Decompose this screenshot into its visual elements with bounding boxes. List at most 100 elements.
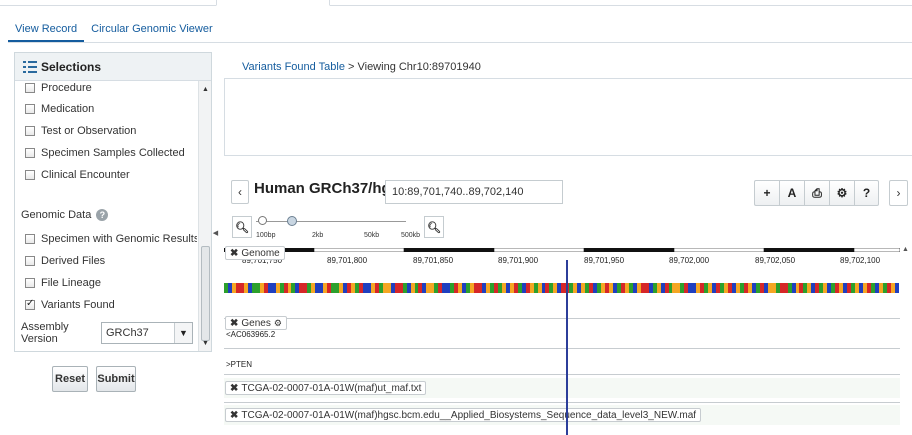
close-icon[interactable]: ✖	[230, 383, 238, 394]
submit-button[interactable]: Submit	[96, 366, 136, 392]
selections-title: Selections	[41, 60, 102, 74]
genomic-data-label: Genomic Data	[21, 209, 92, 221]
checkbox-checked[interactable]	[25, 298, 35, 310]
tab-divider	[8, 42, 912, 43]
ruler-label: 89,701,850	[413, 256, 454, 265]
checkbox[interactable]	[25, 148, 35, 158]
option-label: Test or Observation	[41, 125, 137, 137]
ruler-label: 89,702,050	[755, 256, 796, 265]
ruler-label: 89,701,800	[327, 256, 368, 265]
track-scrollbar[interactable]: ▲	[900, 246, 912, 435]
zoom-label-2kb: 2kb	[312, 232, 324, 239]
print-icon[interactable]: ⎙	[804, 180, 829, 206]
assembly-version-value: GRCh37	[106, 327, 149, 339]
scroll-up-icon[interactable]: ▲	[199, 83, 212, 95]
checkbox[interactable]	[25, 104, 35, 114]
scroll-up-icon[interactable]: ▲	[902, 246, 909, 253]
ruler-labels: 89,701,750 89,701,800 89,701,850 89,701,…	[224, 256, 900, 268]
track-name: TCGA-02-0007-01A-01W(maf)hgsc.bcm.edu__A…	[241, 409, 697, 421]
zoom-label-100bp: 100bp	[256, 232, 276, 239]
option-file-lineage[interactable]: File Lineage	[25, 276, 101, 290]
close-icon[interactable]: ✖	[230, 248, 238, 259]
help-icon[interactable]: ?	[854, 180, 879, 206]
ruler-label: 89,701,950	[584, 256, 625, 265]
location-input[interactable]: 10:89,701,740..89,702,140	[385, 180, 563, 204]
track-divider	[224, 318, 900, 319]
assembly-version-select[interactable]: GRCh37 ▼	[101, 322, 193, 344]
option-label: Specimen with Genomic Results	[41, 233, 197, 245]
option-specimen-genomic[interactable]: Specimen with Genomic Results	[25, 232, 197, 246]
option-test-or-observation[interactable]: Test or Observation	[25, 124, 136, 138]
breadcrumb: Variants Found Table > Viewing Chr10:897…	[242, 61, 481, 73]
reset-button[interactable]: Reset	[52, 366, 88, 392]
track-name: Genes	[241, 317, 271, 329]
add-track-icon[interactable]: +	[754, 180, 779, 206]
scroll-left-button[interactable]: ‹	[231, 180, 249, 204]
assembly-version-label: Assembly Version	[21, 321, 69, 345]
option-specimen-samples[interactable]: Specimen Samples Collected	[25, 146, 185, 160]
option-variants-found[interactable]: Variants Found	[25, 298, 115, 312]
zoom-slider-start	[258, 216, 267, 225]
option-clinical-encounter[interactable]: Clinical Encounter	[25, 168, 130, 182]
position-marker[interactable]	[566, 260, 568, 435]
option-procedure[interactable]: Procedure	[25, 81, 92, 95]
record-details-box	[224, 78, 912, 156]
zoom-slider-handle[interactable]	[287, 216, 297, 226]
close-icon[interactable]: ✖	[230, 318, 238, 329]
scroll-thumb[interactable]	[201, 246, 210, 341]
track-divider	[224, 402, 900, 403]
track-divider	[224, 348, 900, 349]
checkbox[interactable]	[25, 278, 35, 288]
sidebar-scrollbar[interactable]: ▲ ▼	[198, 81, 211, 351]
help-icon[interactable]: ?	[96, 209, 109, 221]
gene-feature[interactable]: <AC063965.2	[226, 330, 275, 339]
track-name: Genome	[241, 247, 280, 259]
scroll-right-button[interactable]: ›	[889, 180, 908, 206]
file-track-label[interactable]: ✖ TCGA-02-0007-01A-01W(maf)hgsc.bcm.edu__…	[225, 408, 702, 422]
chevron-down-icon[interactable]: ▼	[174, 323, 192, 343]
option-label: File Lineage	[41, 277, 101, 289]
checkbox[interactable]	[25, 234, 35, 244]
zoom-label-50kb: 50kb	[364, 232, 380, 239]
option-label: Variants Found	[41, 299, 115, 311]
zoom-slider-track[interactable]	[256, 221, 406, 222]
ruler-label: 89,701,900	[498, 256, 539, 265]
sequence-track	[224, 283, 900, 293]
zoom-out-icon[interactable]: 🔍︎	[232, 216, 252, 238]
assembly-version-row: Assembly Version GRCh37 ▼	[21, 321, 193, 345]
option-medication[interactable]: Medication	[25, 102, 94, 116]
selections-header: Selections	[15, 53, 211, 81]
option-label: Procedure	[41, 82, 92, 94]
option-label: Medication	[41, 103, 95, 115]
checkbox[interactable]	[25, 126, 35, 136]
collapse-panel-icon[interactable]: ◀	[212, 226, 219, 240]
checkbox[interactable]	[25, 256, 35, 266]
base-cell	[894, 283, 899, 293]
checkbox[interactable]	[25, 83, 35, 93]
find-icon[interactable]: A	[779, 180, 804, 206]
gear-icon[interactable]: ⚙	[274, 318, 282, 329]
option-derived-files[interactable]: Derived Files	[25, 254, 105, 268]
ruler-bar	[224, 248, 900, 252]
list-icon	[23, 61, 37, 73]
selections-list: Procedure Medication Test or Observation…	[15, 81, 197, 351]
genome-browser: ‹ Human GRCh37/hg19 10:89,701,740..89,70…	[224, 174, 912, 435]
tab-circular-genomic-viewer[interactable]: Circular Genomic Viewer	[84, 18, 219, 42]
checkbox[interactable]	[25, 170, 35, 180]
breadcrumb-link-variants-table[interactable]: Variants Found Table	[242, 61, 345, 73]
ruler-label: 89,702,100	[840, 256, 881, 265]
top-strip-tab	[216, 0, 330, 6]
tab-view-record[interactable]: View Record	[8, 18, 85, 42]
close-icon[interactable]: ✖	[230, 410, 238, 421]
genome-track-label[interactable]: ✖ Genome	[225, 246, 285, 260]
breadcrumb-current: Viewing Chr10:89701940	[357, 61, 481, 73]
gene-feature[interactable]: >PTEN	[226, 360, 252, 369]
genes-track-label[interactable]: ✖ Genes ⚙	[225, 316, 287, 330]
settings-icon[interactable]: ⚙	[829, 180, 854, 206]
zoom-label-500kb: 500kb	[401, 232, 421, 239]
track-name: TCGA-02-0007-01A-01W(maf)ut_maf.txt	[241, 382, 422, 394]
zoom-in-icon[interactable]: 🔍︎	[424, 216, 444, 238]
scroll-down-icon[interactable]: ▼	[199, 337, 212, 349]
file-track-label[interactable]: ✖ TCGA-02-0007-01A-01W(maf)ut_maf.txt	[225, 381, 427, 395]
browser-toolbar: + A ⎙ ⚙ ?	[754, 180, 879, 206]
